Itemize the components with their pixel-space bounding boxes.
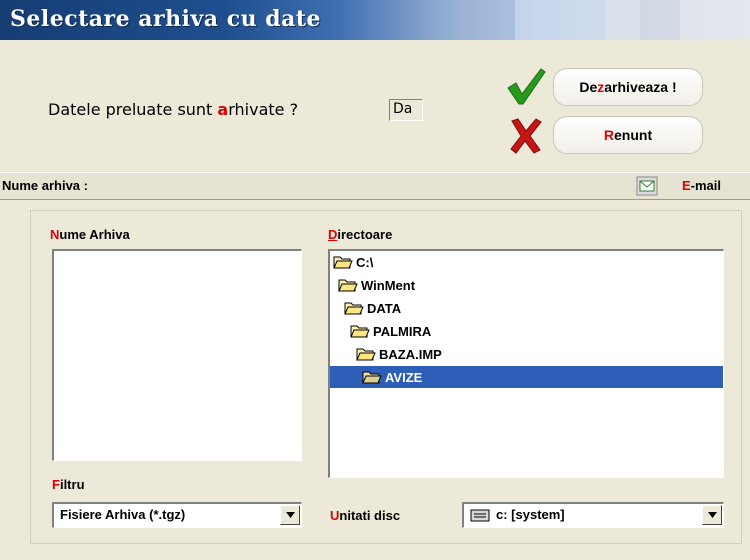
- drives-heading-text: nitati disc: [339, 508, 401, 523]
- folder-icon: [338, 279, 358, 292]
- extract-label: De: [579, 79, 598, 95]
- drives-hotkey: U: [330, 508, 340, 523]
- drive-icon: [470, 509, 490, 522]
- filter-heading: Filtru: [52, 477, 85, 492]
- directory-label: DATA: [367, 300, 402, 316]
- extract-button[interactable]: De z arhiveaza !: [553, 68, 703, 106]
- cancel-button[interactable]: Renunt: [553, 116, 703, 154]
- directory-item-selected[interactable]: AVIZE: [330, 366, 723, 388]
- filter-hotkey: F: [52, 477, 60, 492]
- drive-value: c: [system]: [496, 507, 565, 522]
- directory-label: WinMent: [361, 277, 416, 293]
- directory-item[interactable]: C:\: [333, 251, 373, 273]
- directory-item[interactable]: WinMent: [338, 274, 415, 296]
- window-title: Selectare arhiva cu date: [10, 6, 322, 32]
- directories-heading-text: irectoare: [337, 227, 393, 242]
- archive-name-hotkey: N: [50, 227, 60, 242]
- directory-item[interactable]: BAZA.IMP: [356, 343, 442, 365]
- extract-hotkey: z: [597, 79, 605, 95]
- directory-label: PALMIRA: [373, 323, 432, 339]
- answer-field[interactable]: Da: [389, 99, 423, 121]
- directory-item[interactable]: DATA: [344, 297, 401, 319]
- cancel-hotkey: R: [603, 127, 614, 143]
- archive-name-label: Nume arhiva :: [2, 178, 88, 193]
- directory-item[interactable]: PALMIRA: [350, 320, 431, 342]
- title-decoration: [640, 0, 680, 40]
- question-label: Datele preluate sunt arhivate ?: [48, 100, 298, 119]
- dropdown-arrow-icon[interactable]: [280, 505, 300, 525]
- filter-select[interactable]: Fisiere Arhiva (*.tgz): [52, 502, 302, 528]
- dropdown-arrow-icon[interactable]: [702, 505, 722, 525]
- archive-name-heading: Nume Arhiva: [50, 227, 130, 242]
- question-hotkey: a: [217, 100, 229, 119]
- title-bar[interactable]: Selectare arhiva cu date: [0, 0, 750, 40]
- mail-icon[interactable]: [636, 176, 658, 196]
- folder-icon: [350, 325, 370, 338]
- drives-heading: Unitati disc: [330, 508, 400, 523]
- directory-label: BAZA.IMP: [379, 346, 442, 362]
- folder-icon: [344, 302, 364, 315]
- folder-icon: [362, 371, 382, 384]
- archive-name-heading-text: ume Arhiva: [59, 227, 130, 242]
- email-button[interactable]: E-mail: [682, 178, 721, 193]
- archive-name-bar: Nume arhiva : E-mail: [0, 172, 750, 200]
- directory-label: C:\: [356, 254, 374, 270]
- check-icon[interactable]: [505, 66, 547, 108]
- directory-label: AVIZE: [385, 369, 423, 385]
- title-decoration: [455, 0, 515, 40]
- extract-label-rest: arhiveaza !: [604, 79, 677, 95]
- email-label: -mail: [690, 178, 722, 193]
- x-icon[interactable]: [508, 117, 544, 155]
- folder-icon: [356, 348, 376, 361]
- filter-value: Fisiere Arhiva (*.tgz): [60, 507, 186, 522]
- question-text: Datele preluate sunt: [48, 100, 218, 119]
- question-text-rest: rhivate ?: [228, 100, 299, 119]
- directories-heading: Directoare: [328, 227, 392, 242]
- filter-heading-text: iltru: [59, 477, 85, 492]
- email-hotkey: E: [682, 178, 691, 193]
- title-decoration: [515, 0, 605, 40]
- directory-tree[interactable]: C:\ WinMent DATA PALMIRA BAZA.IMP AVIZE: [328, 249, 724, 478]
- drive-select[interactable]: c: [system]: [462, 502, 724, 528]
- archive-list[interactable]: [52, 249, 302, 461]
- directories-hotkey: D: [328, 227, 338, 242]
- cancel-label: enunt: [614, 127, 653, 143]
- folder-icon: [333, 256, 353, 269]
